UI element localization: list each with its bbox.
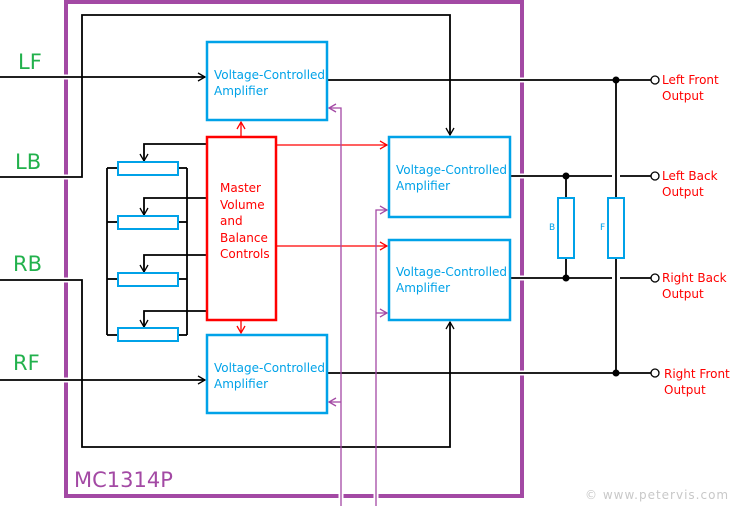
potentiometer [117, 161, 179, 176]
input-label-lb: LB [15, 150, 42, 174]
master-label: Master Volume and Balance Controls [220, 181, 270, 261]
input-label-rf: RF [13, 351, 40, 375]
resistor-b [557, 197, 575, 259]
potentiometer [117, 215, 179, 230]
lf-output-terminal [650, 75, 660, 85]
potentiometer [117, 272, 179, 287]
watermark: © www.petervis.com [585, 488, 730, 502]
resistor-f [607, 197, 625, 259]
input-label-rb: RB [13, 252, 42, 276]
potentiometer [117, 327, 179, 342]
output-label-left-back: Left Back Output [662, 169, 718, 199]
output-label-right-back: Right Back Output [662, 271, 727, 301]
rb-output-terminal [650, 273, 660, 283]
lb-output-terminal [650, 171, 660, 181]
output-label-left-front: Left Front Output [662, 73, 719, 103]
chip-label: MC1314P [74, 468, 173, 492]
vca-label: Voltage-Controlled Amplifier [396, 163, 508, 193]
output-label-right-front: Right Front Output [664, 367, 730, 397]
vca-label: Voltage-Controlled Amplifier [214, 361, 326, 391]
diagram-drawing [0, 0, 660, 506]
vca-label: Voltage-Controlled Amplifier [214, 68, 326, 98]
resistor-f-label: F [600, 223, 606, 233]
mc1314p-block-diagram: LF LB RB RF Voltage-Controlled Amplifier … [0, 0, 730, 506]
input-label-lf: LF [18, 50, 42, 74]
resistor-b-label: B [549, 223, 556, 233]
vca-label: Voltage-Controlled Amplifier [396, 265, 508, 295]
rf-output-terminal [650, 368, 660, 378]
